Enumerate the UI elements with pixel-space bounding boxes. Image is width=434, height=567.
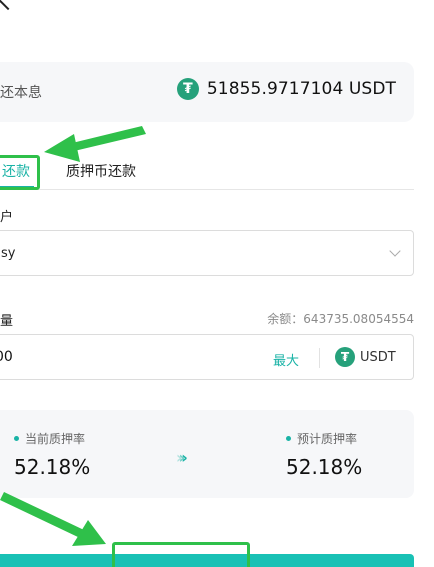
annotation-arrow-button: [0, 492, 106, 546]
current-ratio: 当前质押率 52.18%: [14, 430, 90, 479]
tether-icon: ₮: [335, 347, 355, 367]
tab-collateral-repay[interactable]: 质押币还款: [66, 161, 136, 181]
current-ratio-label: 当前质押率: [25, 432, 86, 446]
bullet-dot-icon: [14, 436, 19, 441]
repayment-amount: 51855.9717104 USDT: [206, 79, 396, 99]
balance-text: 余额：643735.08054554: [267, 312, 414, 326]
estimated-ratio: 预计质押率 52.18%: [286, 430, 362, 479]
unit-label: USDT: [360, 349, 396, 365]
double-chevron-right-icon: ›››: [176, 448, 187, 467]
estimated-ratio-label: 预计质押率: [297, 432, 358, 446]
unit-selector: ₮ USDT: [335, 347, 396, 367]
account-label: 户: [0, 210, 14, 225]
amount-input-box: 最大 ₮ USDT: [0, 334, 414, 380]
divider: [319, 348, 320, 368]
annotation-highlight-tab: [0, 155, 40, 190]
bullet-dot-icon: [286, 436, 291, 441]
back-chevron-icon[interactable]: [0, 0, 23, 11]
max-button[interactable]: 最大: [273, 350, 299, 369]
repayment-summary-card: 还本息 ₮ 51855.9717104 USDT: [0, 62, 414, 122]
repayment-tabs: 还款 质押币还款: [0, 152, 414, 190]
estimated-ratio-value: 52.18%: [286, 455, 363, 479]
chevron-down-icon: [389, 245, 401, 257]
amount-label: 量: [0, 314, 14, 329]
account-select[interactable]: sy: [0, 230, 414, 276]
summary-label: 还本息: [0, 85, 42, 101]
summary-value: ₮ 51855.9717104 USDT: [176, 78, 396, 100]
account-selected-value: sy: [1, 246, 16, 261]
current-ratio-value: 52.18%: [14, 455, 91, 479]
annotation-highlight-button: [112, 542, 250, 567]
tether-icon: ₮: [176, 78, 199, 100]
collateral-ratio-card: 当前质押率 52.18% ››› 预计质押率 52.18%: [0, 410, 414, 498]
amount-input[interactable]: [0, 335, 241, 379]
